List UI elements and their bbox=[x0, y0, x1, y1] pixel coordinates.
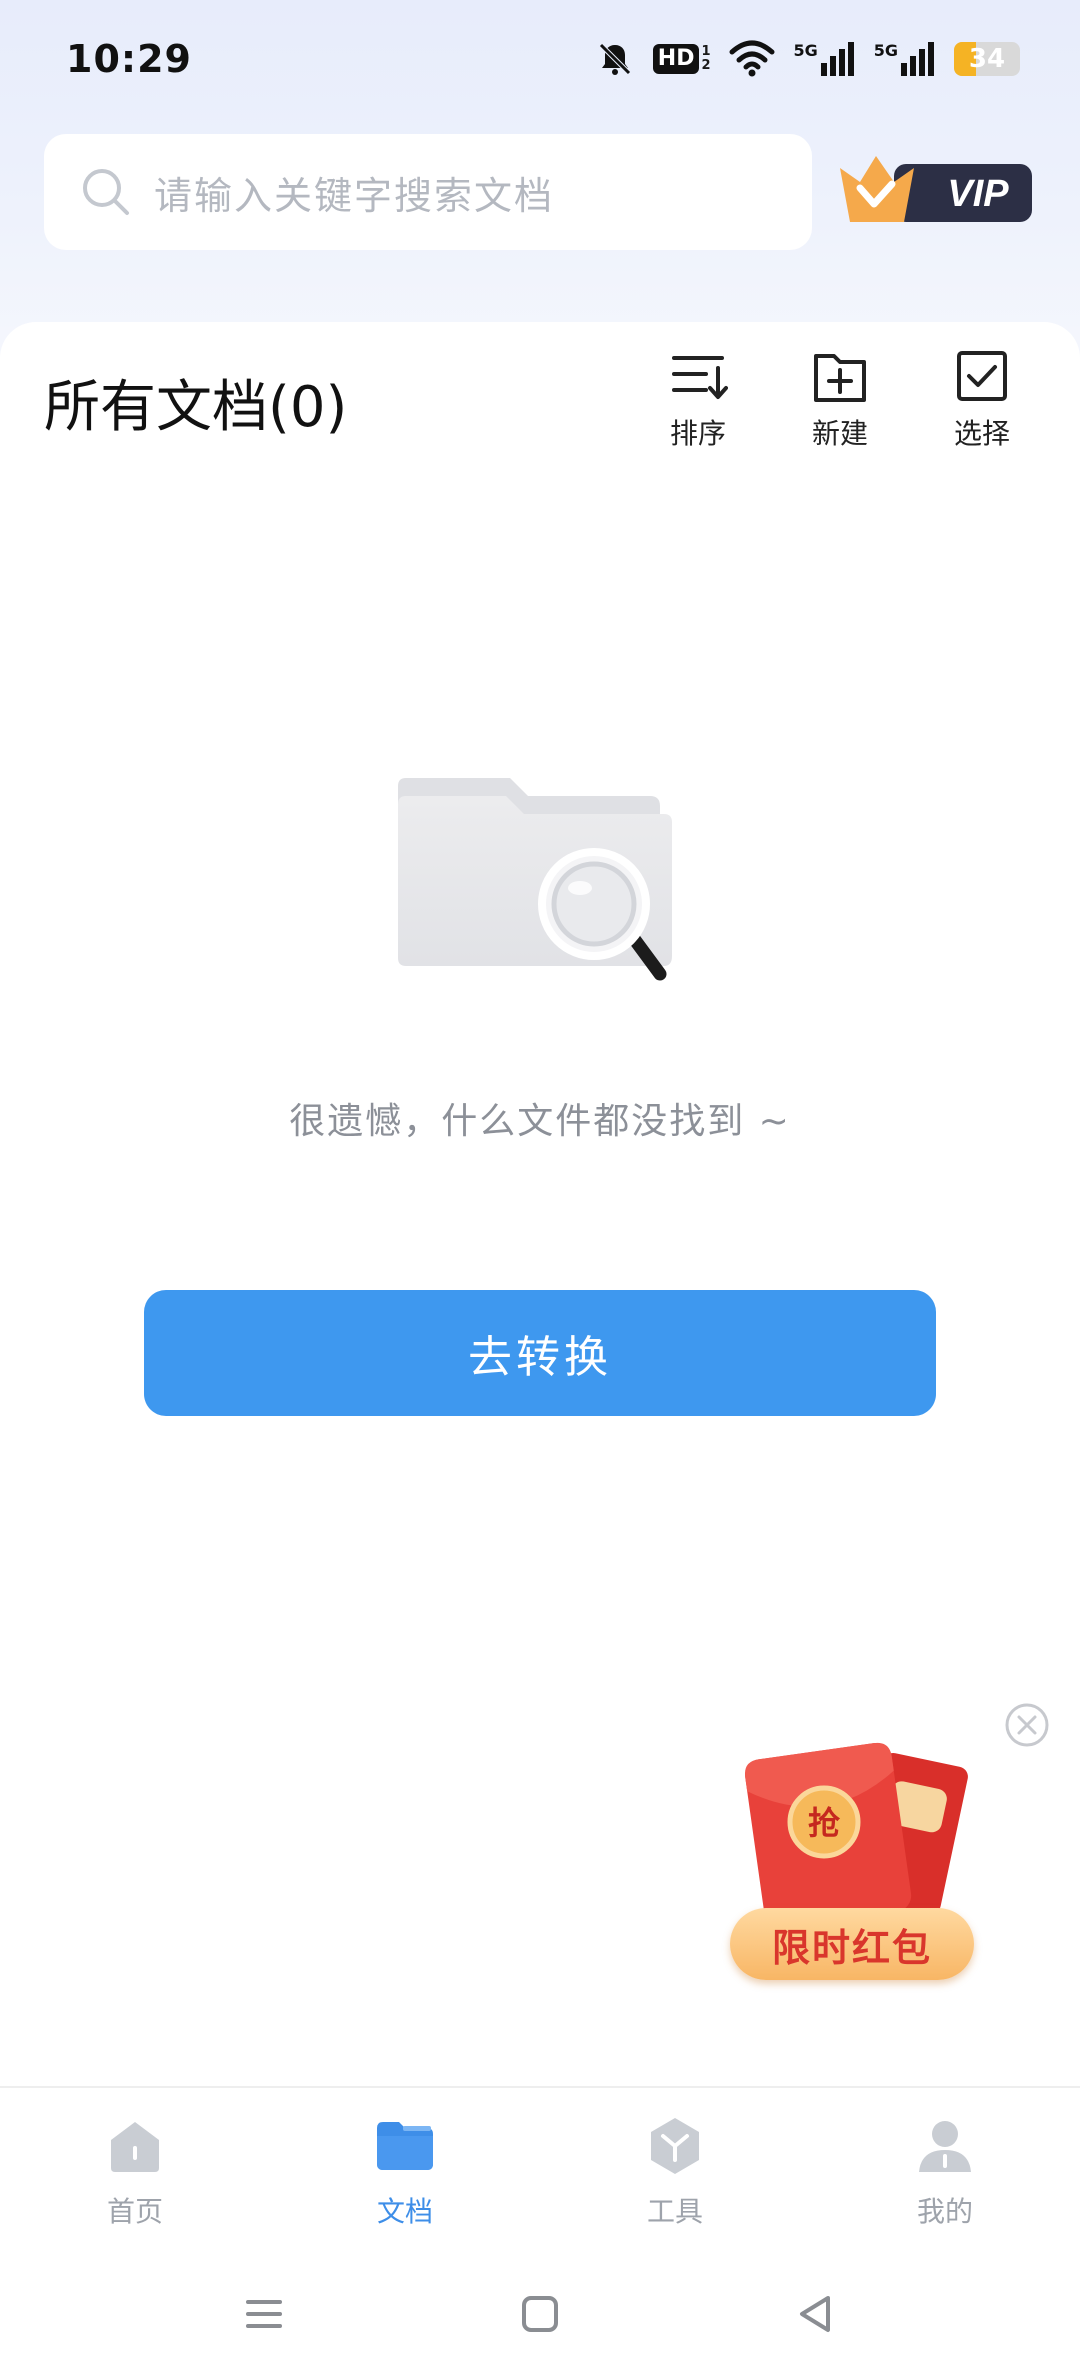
nav-item-profile[interactable]: 我的 bbox=[810, 2088, 1080, 2252]
status-time: 10:29 bbox=[66, 37, 192, 81]
svg-text:抢: 抢 bbox=[808, 1804, 841, 1842]
new-button[interactable]: 新建 bbox=[790, 346, 890, 452]
search-placeholder: 请输入关键字搜索文档 bbox=[154, 173, 555, 218]
hd-icon: HD 1 2 bbox=[652, 44, 712, 74]
page-title: 所有文档(0) bbox=[44, 375, 348, 440]
back-icon[interactable] bbox=[794, 2292, 838, 2336]
folder-search-icon bbox=[398, 778, 672, 981]
promo-label[interactable]: 限时红包 bbox=[730, 1908, 974, 1980]
search-icon bbox=[83, 169, 129, 215]
home-icon bbox=[111, 2122, 159, 2172]
bell-muted-icon bbox=[595, 39, 635, 79]
folder-icon bbox=[377, 2122, 433, 2170]
nav-item-tools[interactable]: 工具 bbox=[540, 2088, 810, 2252]
sort-icon bbox=[672, 356, 728, 399]
profile-icon bbox=[919, 2121, 971, 2172]
menu-icon[interactable] bbox=[242, 2292, 286, 2336]
nav-item-documents[interactable]: 文档 bbox=[270, 2088, 540, 2252]
tools-icon bbox=[651, 2118, 699, 2174]
crown-icon: VIP bbox=[840, 156, 1032, 222]
svg-text:VIP: VIP bbox=[947, 173, 1009, 215]
status-icons: HD 1 2 5G 5G 34 bbox=[595, 39, 1020, 79]
sort-button[interactable]: 排序 bbox=[648, 346, 748, 452]
select-button[interactable]: 选择 bbox=[932, 346, 1032, 452]
empty-message: 很遗憾，什么文件都没找到 ~ bbox=[289, 1101, 791, 1142]
nav-item-home[interactable]: 首页 bbox=[0, 2088, 270, 2252]
signal-5g-icon: 5G bbox=[793, 41, 855, 77]
new-folder-icon bbox=[814, 354, 866, 402]
nav-label-profile: 我的 bbox=[916, 2195, 973, 2228]
sort-label: 排序 bbox=[669, 417, 726, 450]
convert-button[interactable]: 去转换 bbox=[144, 1290, 936, 1416]
signal-5g-icon: 5G bbox=[874, 41, 936, 77]
battery-icon: 34 bbox=[954, 42, 1020, 76]
system-nav-bar bbox=[0, 2252, 1080, 2376]
status-bar: 10:29 HD 1 2 5G 5G 34 bbox=[0, 0, 1080, 118]
wifi-icon bbox=[729, 40, 775, 78]
bottom-nav: 首页 文档 工具 我的 bbox=[0, 2086, 1080, 2252]
nav-label-tools: 工具 bbox=[646, 2195, 703, 2228]
red-envelope-icon: 抢 bbox=[744, 1742, 968, 1928]
close-circle-icon[interactable] bbox=[1004, 1702, 1050, 1748]
search-input[interactable]: 请输入关键字搜索文档 bbox=[44, 134, 812, 250]
home-square-icon[interactable] bbox=[518, 2292, 562, 2336]
nav-label-home: 首页 bbox=[106, 2195, 163, 2228]
select-label: 选择 bbox=[953, 417, 1010, 450]
checkbox-icon bbox=[957, 351, 1007, 401]
nav-label-documents: 文档 bbox=[376, 2195, 433, 2228]
vip-button[interactable]: VIP bbox=[838, 148, 1036, 228]
new-label: 新建 bbox=[811, 417, 868, 450]
